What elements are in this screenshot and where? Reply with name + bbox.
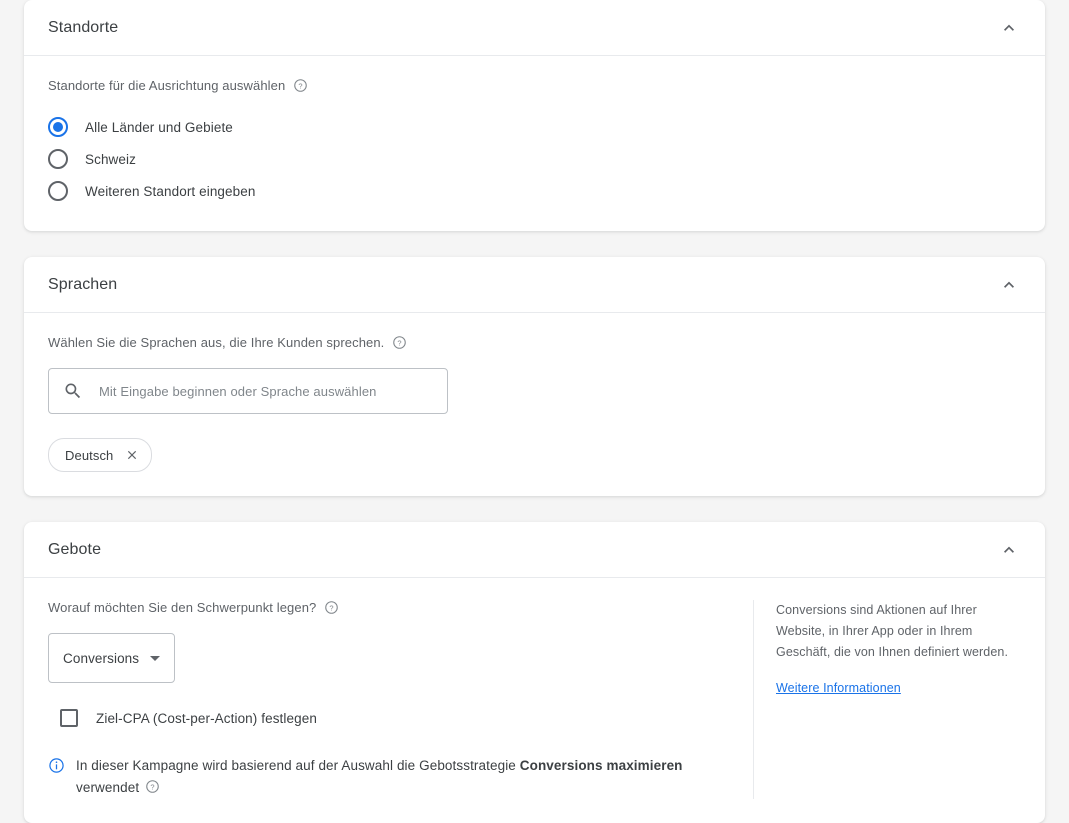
bids-title: Gebote [48,540,102,558]
bids-side-description: Conversions sind Aktionen auf Ihrer Webs… [776,603,1009,659]
learn-more-link[interactable]: Weitere Informationen [776,681,901,695]
chip-label: Deutsch [65,447,114,463]
bid-focus-value: Conversions [63,650,140,666]
locations-radio-switzerland[interactable]: Schweiz [48,143,1021,175]
radio-indicator[interactable] [48,149,68,169]
help-circle-icon[interactable]: ? [293,78,308,93]
svg-text:?: ? [151,782,155,791]
target-cpa-checkbox-row[interactable]: Ziel-CPA (Cost-per-Action) festlegen [60,709,729,727]
locations-card-header[interactable]: Standorte [24,0,1045,56]
language-search-box[interactable] [48,368,448,414]
chevron-up-icon[interactable] [997,16,1021,40]
help-circle-icon[interactable]: ? [324,600,339,615]
help-circle-icon[interactable]: ? [145,779,160,794]
locations-title: Standorte [48,18,119,36]
bid-focus-dropdown[interactable]: Conversions [48,633,175,683]
locations-radio-group: Alle Länder und Gebiete Schweiz Weiteren… [48,111,1021,207]
campaign-settings-page: Standorte Standorte für die Ausrichtung … [0,0,1069,823]
locations-radio-all-countries[interactable]: Alle Länder und Gebiete [48,111,1021,143]
locations-field-label: Standorte für die Ausrichtung auswählen [48,78,286,93]
note-text-before: In dieser Kampagne wird basierend auf de… [76,758,520,773]
languages-title: Sprachen [48,275,118,293]
bids-side-panel: Conversions sind Aktionen auf Ihrer Webs… [753,600,1021,799]
languages-field-label: Wählen Sie die Sprachen aus, die Ihre Ku… [48,335,385,350]
language-chip-list: Deutsch [48,438,1021,472]
svg-text:?: ? [299,81,303,90]
languages-card: Sprachen Wählen Sie die Sprachen aus, di… [24,257,1045,496]
language-search-input[interactable] [97,382,435,400]
close-icon[interactable] [123,446,141,464]
chevron-up-icon[interactable] [997,538,1021,562]
chevron-up-icon[interactable] [997,273,1021,297]
languages-card-header[interactable]: Sprachen [24,257,1045,313]
svg-text:?: ? [330,603,334,612]
language-chip-deutsch[interactable]: Deutsch [48,438,153,472]
target-cpa-checkbox[interactable] [60,709,78,727]
bids-main-column: Worauf möchten Sie den Schwerpunkt legen… [48,600,753,799]
locations-radio-label: Alle Länder und Gebiete [85,119,233,135]
locations-card-body: Standorte für die Ausrichtung auswählen … [24,56,1045,231]
locations-radio-label: Schweiz [85,151,136,167]
bids-layout: Worauf möchten Sie den Schwerpunkt legen… [48,600,1021,799]
bids-field-label-row: Worauf möchten Sie den Schwerpunkt legen… [48,600,729,615]
bids-card: Gebote Worauf möchten Sie den Schwerpunk… [24,522,1045,823]
bid-strategy-note-text: In dieser Kampagne wird basierend auf de… [76,755,729,799]
languages-card-body: Wählen Sie die Sprachen aus, die Ihre Ku… [24,313,1045,496]
svg-text:?: ? [398,338,402,347]
bids-field-label: Worauf möchten Sie den Schwerpunkt legen… [48,600,317,615]
note-text-after: verwendet [76,780,140,795]
note-strategy-name: Conversions maximieren [519,758,683,773]
bid-strategy-note: In dieser Kampagne wird basierend auf de… [48,755,729,799]
radio-indicator[interactable] [48,117,68,137]
bids-card-header[interactable]: Gebote [24,522,1045,578]
help-circle-icon[interactable]: ? [392,335,407,350]
locations-radio-enter-location[interactable]: Weiteren Standort eingeben [48,175,1021,207]
radio-indicator[interactable] [48,181,68,201]
search-icon [63,381,83,401]
chevron-down-icon [150,655,160,661]
bids-card-body: Worauf möchten Sie den Schwerpunkt legen… [24,578,1045,823]
locations-radio-label: Weiteren Standort eingeben [85,183,256,199]
locations-field-label-row: Standorte für die Ausrichtung auswählen … [48,78,1021,93]
languages-field-label-row: Wählen Sie die Sprachen aus, die Ihre Ku… [48,335,1021,350]
info-circle-icon [48,757,65,774]
locations-card: Standorte Standorte für die Ausrichtung … [24,0,1045,231]
target-cpa-label: Ziel-CPA (Cost-per-Action) festlegen [96,710,317,726]
